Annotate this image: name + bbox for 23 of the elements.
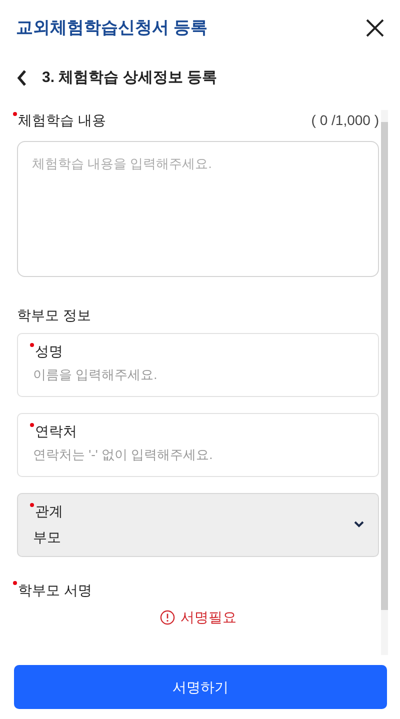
section-title: 학부모 정보 [17, 306, 92, 325]
content-textarea[interactable]: 체험학습 내용을 입력해주세요. [17, 141, 379, 277]
select-value: 부모 [33, 528, 62, 547]
signature-status: 서명필요 [180, 608, 236, 626]
step-title: 3. 체험학습 상세정보 등록 [42, 68, 218, 88]
text-input[interactable]: 연락처는 '-' 없이 입력해주세요. [33, 445, 353, 464]
relation-select[interactable]: 관계 부모 [17, 493, 379, 557]
warning-icon [160, 610, 174, 624]
field-label: 연락처 [35, 422, 77, 440]
field-label: 관계 [35, 502, 63, 520]
chevron-down-icon [354, 521, 364, 528]
scrollbar[interactable] [381, 110, 388, 655]
field-label: 학부모 서명 [18, 580, 92, 600]
back-icon[interactable] [16, 69, 28, 87]
input-field[interactable]: 연락처 연락처는 '-' 없이 입력해주세요. [17, 413, 379, 477]
text-input[interactable]: 이름을 입력해주세요. [33, 365, 353, 384]
input-field[interactable]: 성명 이름을 입력해주세요. [17, 333, 379, 397]
field-label: 체험학습 내용 [18, 110, 106, 130]
field-label: 성명 [35, 342, 63, 360]
character-counter: ( 0 /1,000 ) [311, 110, 379, 130]
page-title: 교외체험학습신청서 등록 [16, 17, 208, 40]
sign-button[interactable]: 서명하기 [14, 665, 387, 709]
close-icon[interactable] [364, 17, 386, 39]
